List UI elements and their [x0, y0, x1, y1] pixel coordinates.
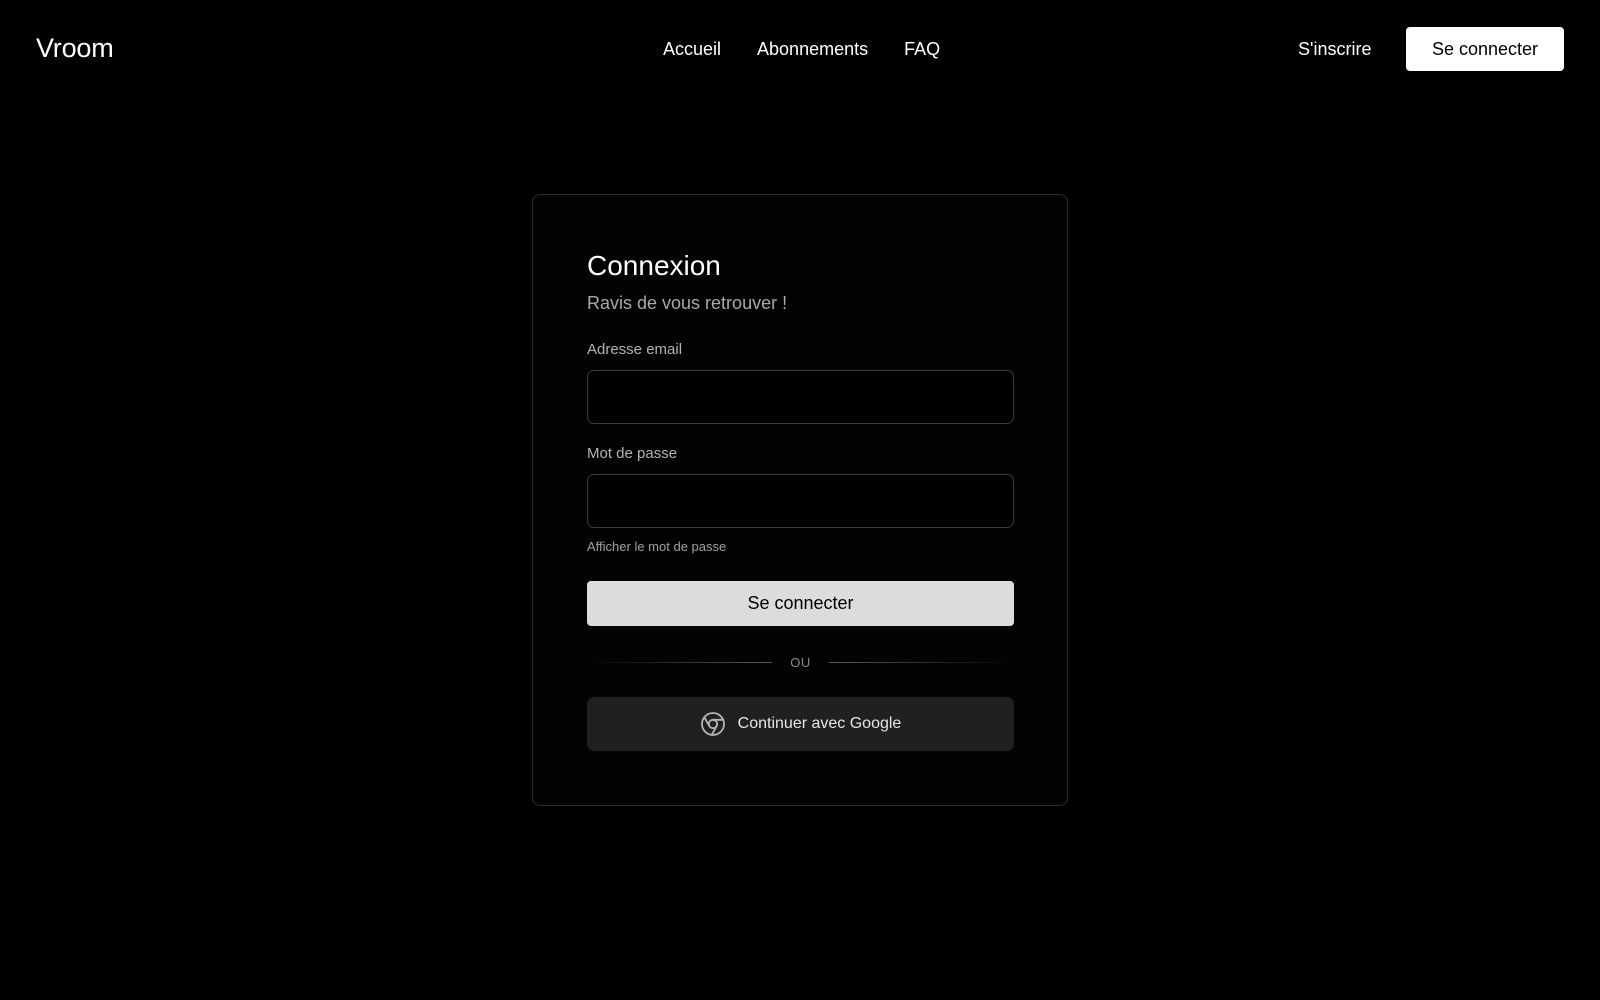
main-nav: Accueil Abonnements FAQ: [663, 37, 940, 61]
login-card: Connexion Ravis de vous retrouver ! Adre…: [532, 194, 1068, 806]
login-subtitle: Ravis de vous retrouver !: [587, 293, 788, 313]
login-title: Connexion: [587, 250, 721, 281]
email-label: Adresse email: [587, 341, 683, 358]
chrome-icon: [700, 711, 726, 737]
nav-link-abonnements[interactable]: Abonnements: [757, 37, 868, 61]
brand-logo[interactable]: Vroom: [36, 31, 114, 65]
divider-label: OU: [790, 654, 811, 670]
nav-link-accueil[interactable]: Accueil: [663, 37, 721, 61]
password-label: Mot de passe: [587, 445, 678, 462]
divider-line-right: [828, 661, 1014, 663]
signup-link[interactable]: S'inscrire: [1298, 37, 1371, 61]
email-field[interactable]: [587, 370, 1014, 424]
nav-link-faq[interactable]: FAQ: [904, 37, 940, 61]
password-field[interactable]: [587, 474, 1014, 528]
google-login-button[interactable]: Continuer avec Google: [587, 697, 1014, 751]
header-login-button[interactable]: Se connecter: [1406, 27, 1564, 71]
google-login-label: Continuer avec Google: [737, 715, 902, 732]
divider-line-left: [587, 661, 773, 663]
top-navigation: Vroom Accueil Abonnements FAQ S'inscrire…: [0, 0, 1600, 98]
show-password-toggle[interactable]: Afficher le mot de passe: [587, 538, 726, 556]
submit-login-button[interactable]: Se connecter: [587, 581, 1014, 626]
or-divider: OU: [587, 652, 1014, 672]
login-form: Connexion Ravis de vous retrouver ! Adre…: [587, 249, 1014, 751]
